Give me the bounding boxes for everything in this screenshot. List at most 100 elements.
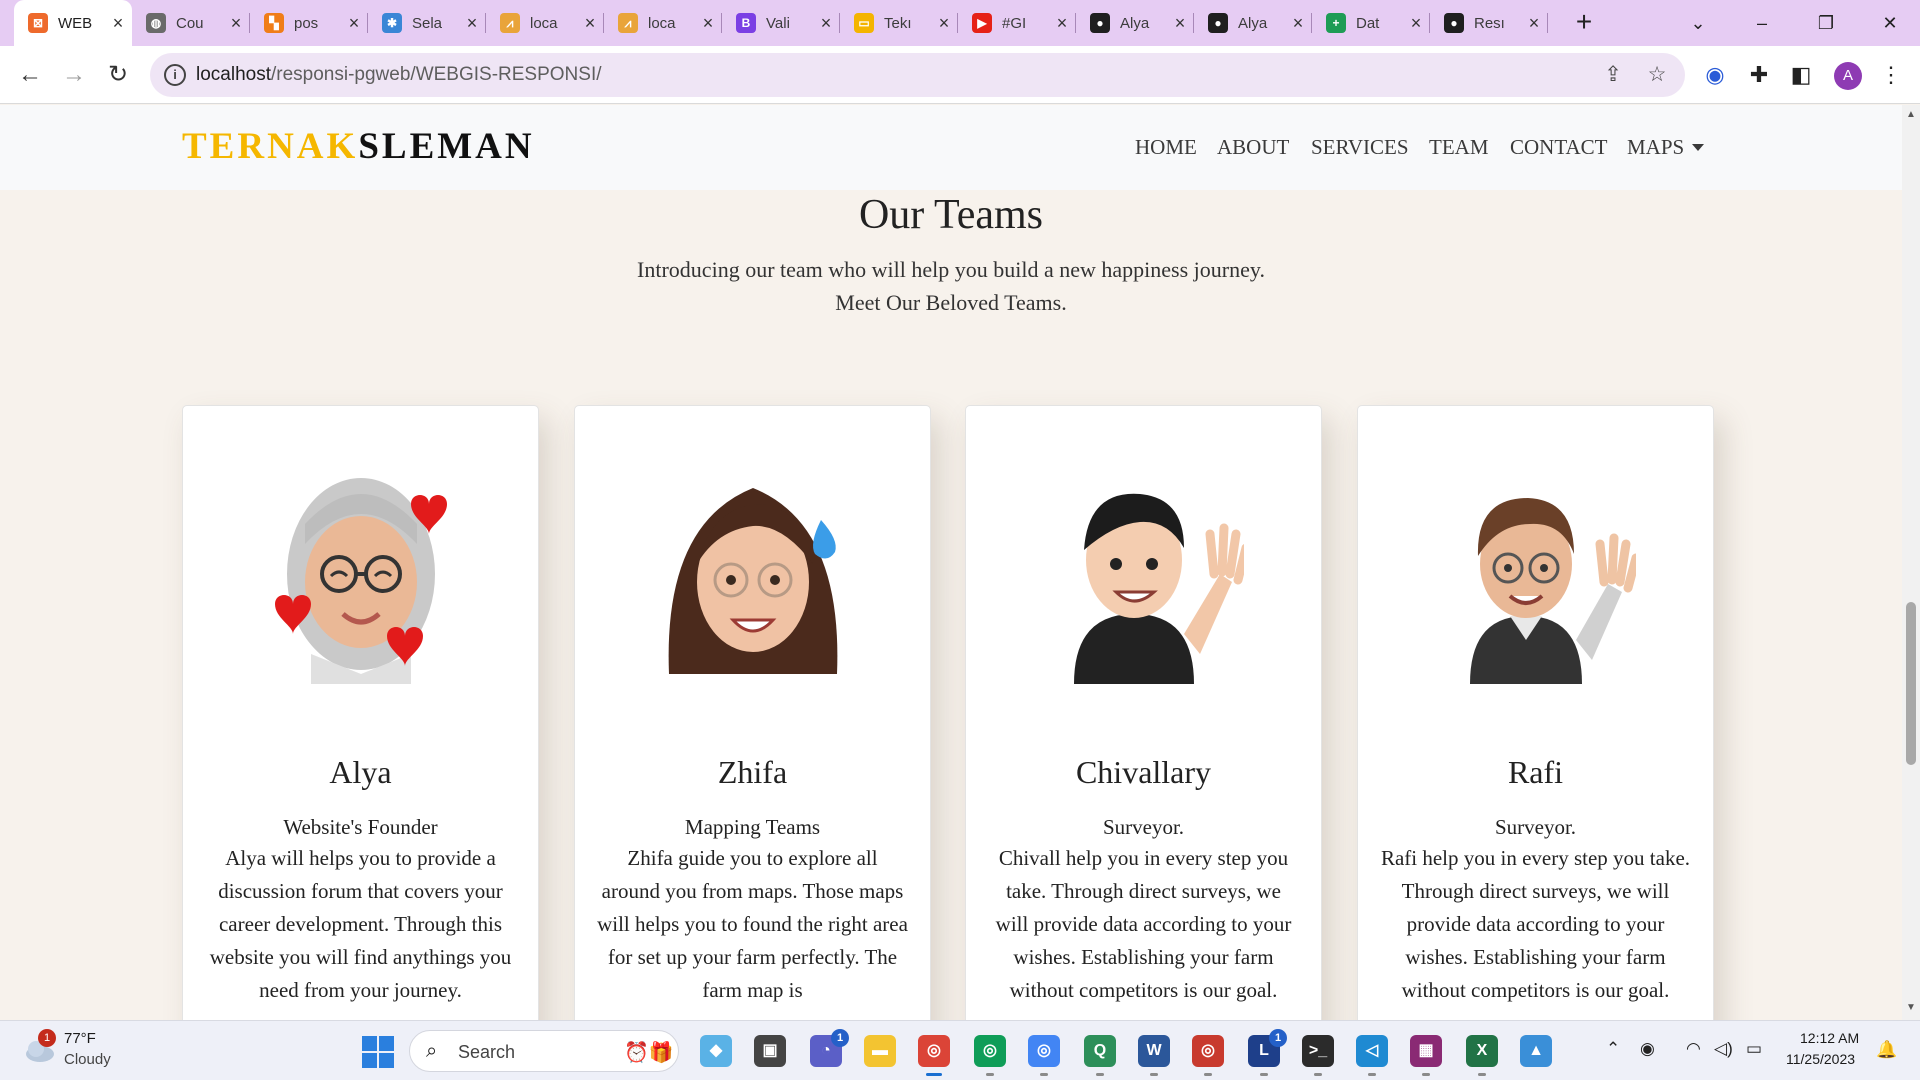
side-panel-icon[interactable]: ◧ bbox=[1786, 60, 1816, 90]
browser-tab[interactable]: ▭ Tekı × bbox=[840, 0, 958, 46]
scroll-down-arrow-icon[interactable]: ▼ bbox=[1905, 1002, 1917, 1013]
site-info-icon[interactable]: i bbox=[164, 64, 186, 86]
alya-avatar-image bbox=[275, 478, 447, 684]
tab-close-icon[interactable]: × bbox=[698, 13, 718, 34]
tab-favicon-icon: ⩘ bbox=[500, 13, 520, 33]
nav-home-link[interactable]: HOME bbox=[1135, 135, 1197, 160]
page-scrollbar[interactable]: ▲ ▼ bbox=[1902, 105, 1920, 1020]
team-member-description: Alya will helps you to provide a discuss… bbox=[209, 846, 512, 1002]
tab-close-icon[interactable]: × bbox=[1052, 13, 1072, 34]
file-explorer-icon[interactable]: ▬ bbox=[864, 1035, 896, 1067]
tab-favicon-icon: ✱ bbox=[382, 13, 402, 33]
browser-tab[interactable]: ⩘ loca × bbox=[604, 0, 722, 46]
tab-close-icon[interactable]: × bbox=[580, 13, 600, 34]
restore-button[interactable]: ❐ bbox=[1806, 6, 1846, 40]
tab-close-icon[interactable]: × bbox=[108, 13, 128, 34]
profile-avatar[interactable]: A bbox=[1834, 62, 1862, 90]
browser-tab[interactable]: ⊠ WEB × bbox=[14, 0, 132, 46]
scrollbar-thumb[interactable] bbox=[1906, 602, 1916, 765]
clock-time[interactable]: 12:12 AM bbox=[1800, 1030, 1859, 1046]
photos-icon[interactable]: ▲ bbox=[1520, 1035, 1552, 1067]
extension-icon[interactable]: ◉ bbox=[1700, 60, 1730, 90]
site-brand-logo[interactable]: TERNAKSLEMAN bbox=[182, 125, 535, 168]
tab-close-icon[interactable]: × bbox=[226, 13, 246, 34]
back-arrow-icon[interactable]: ← bbox=[12, 57, 48, 93]
team-member-name: Chivallary bbox=[1075, 754, 1212, 790]
taskbar-search-box[interactable]: ⌕ Search ⏰🎁 bbox=[409, 1030, 679, 1072]
nav-about-link[interactable]: ABOUT bbox=[1217, 135, 1289, 160]
browser-tab[interactable]: ● Resı × bbox=[1430, 0, 1548, 46]
menu-kebab-icon[interactable]: ⋮ bbox=[1876, 60, 1906, 90]
browser-tab[interactable]: ● Alya × bbox=[1194, 0, 1312, 46]
nav-team-link[interactable]: TEAM bbox=[1429, 135, 1489, 160]
tray-app-icon[interactable]: ◉ bbox=[1640, 1039, 1655, 1059]
notification-bell-icon[interactable]: 🔔 bbox=[1876, 1040, 1897, 1060]
browser-tab[interactable]: ⩘ loca × bbox=[486, 0, 604, 46]
copilot-icon[interactable]: ◆ bbox=[700, 1035, 732, 1067]
nav-services-link[interactable]: SERVICES bbox=[1311, 135, 1409, 160]
browser-tab[interactable]: ▚ pos × bbox=[250, 0, 368, 46]
tab-search-chevron-icon[interactable]: ⌄ bbox=[1678, 6, 1718, 40]
address-bar[interactable]: i localhost/responsi-pgweb/WEBGIS-RESPON… bbox=[150, 53, 1685, 97]
tab-close-icon[interactable]: × bbox=[1524, 13, 1544, 34]
weather-temperature[interactable]: 77°F bbox=[64, 1030, 96, 1047]
tab-title: Resı bbox=[1474, 14, 1505, 32]
minimize-button[interactable]: – bbox=[1742, 6, 1782, 40]
volume-icon[interactable]: ◁) bbox=[1714, 1039, 1733, 1059]
winrar-icon[interactable]: ▦ bbox=[1410, 1035, 1442, 1076]
chrome-profile-3-icon[interactable]: ◎ bbox=[1028, 1035, 1060, 1076]
chrome-profile-2-icon[interactable]: ◎ bbox=[974, 1035, 1006, 1076]
browser-tab[interactable]: ✱ Sela × bbox=[368, 0, 486, 46]
tab-favicon-icon: ● bbox=[1090, 13, 1110, 33]
close-window-button[interactable]: ✕ bbox=[1870, 6, 1910, 40]
clock-date[interactable]: 11/25/2023 bbox=[1786, 1051, 1855, 1067]
browser-tab[interactable]: ● Alya × bbox=[1076, 0, 1194, 46]
new-tab-button[interactable]: + bbox=[1568, 7, 1600, 39]
nav-maps-dropdown[interactable]: MAPS bbox=[1627, 135, 1705, 160]
tab-title: WEB bbox=[58, 14, 93, 32]
browser-tab[interactable]: ▶ #GI × bbox=[958, 0, 1076, 46]
l-app-icon[interactable]: L1 bbox=[1248, 1029, 1287, 1076]
tray-overflow-chevron-icon[interactable]: ⌃ bbox=[1606, 1039, 1620, 1059]
tab-close-icon[interactable]: × bbox=[1170, 13, 1190, 34]
wifi-icon[interactable]: ◠ bbox=[1686, 1039, 1701, 1059]
word-icon[interactable]: W bbox=[1138, 1035, 1170, 1076]
terminal-icon[interactable]: >_ bbox=[1302, 1035, 1334, 1076]
tab-title: #GI bbox=[1002, 14, 1027, 32]
tab-close-icon[interactable]: × bbox=[462, 13, 482, 34]
browser-tab[interactable]: + Dat × bbox=[1312, 0, 1430, 46]
browser-tab[interactable]: B Vali × bbox=[722, 0, 840, 46]
url-path: /responsi-pgweb/WEBGIS-RESPONSI/ bbox=[271, 64, 602, 85]
tab-favicon-icon: ⩘ bbox=[618, 13, 638, 33]
tab-title: Alya bbox=[1238, 14, 1268, 32]
battery-icon[interactable]: ▭ bbox=[1746, 1039, 1762, 1059]
tab-close-icon[interactable]: × bbox=[344, 13, 364, 34]
tab-title: Alya bbox=[1120, 14, 1150, 32]
teams-chat-icon[interactable]: ◔ 1 bbox=[810, 1029, 849, 1067]
extensions-puzzle-icon[interactable]: ✚ bbox=[1744, 60, 1774, 90]
windows-start-icon[interactable] bbox=[362, 1036, 394, 1068]
site-navbar: TERNAKSLEMAN HOME ABOUT SERVICES TEAM CO… bbox=[0, 105, 1902, 190]
excel-icon[interactable]: X bbox=[1466, 1035, 1498, 1076]
tab-close-icon[interactable]: × bbox=[1406, 13, 1426, 34]
tab-close-icon[interactable]: × bbox=[1288, 13, 1308, 34]
url-text[interactable]: localhost/responsi-pgweb/WEBGIS-RESPONSI… bbox=[196, 64, 602, 86]
forward-arrow-icon[interactable]: → bbox=[56, 57, 92, 93]
tab-close-icon[interactable]: × bbox=[816, 13, 836, 34]
reload-icon[interactable]: ↻ bbox=[100, 57, 136, 93]
task-view-icon[interactable]: ▣ bbox=[754, 1035, 786, 1067]
chrome-profile-4-icon[interactable]: ◎ bbox=[1192, 1035, 1224, 1076]
chrome-profile-1-icon[interactable]: ◎ bbox=[918, 1035, 950, 1076]
nav-contact-link[interactable]: CONTACT bbox=[1510, 135, 1607, 160]
browser-tab-strip: ⊠ WEB × ◍ Cou × ▚ pos × ✱ Sela × ⩘ loca × ⩘ loca × B Vali × ▭… bbox=[0, 0, 1920, 46]
vscode-icon[interactable]: ◁ bbox=[1356, 1035, 1388, 1076]
weather-condition[interactable]: Cloudy bbox=[64, 1051, 111, 1068]
bookmark-star-icon[interactable]: ☆ bbox=[1644, 62, 1670, 88]
tab-close-icon[interactable]: × bbox=[934, 13, 954, 34]
scroll-up-arrow-icon[interactable]: ▲ bbox=[1905, 109, 1917, 120]
tab-favicon-icon: ▭ bbox=[854, 13, 874, 33]
browser-tab[interactable]: ◍ Cou × bbox=[132, 0, 250, 46]
teams-badge: 1 bbox=[831, 1029, 849, 1047]
share-icon[interactable]: ⇪ bbox=[1600, 62, 1626, 88]
qgis-icon[interactable]: Q bbox=[1084, 1035, 1116, 1076]
